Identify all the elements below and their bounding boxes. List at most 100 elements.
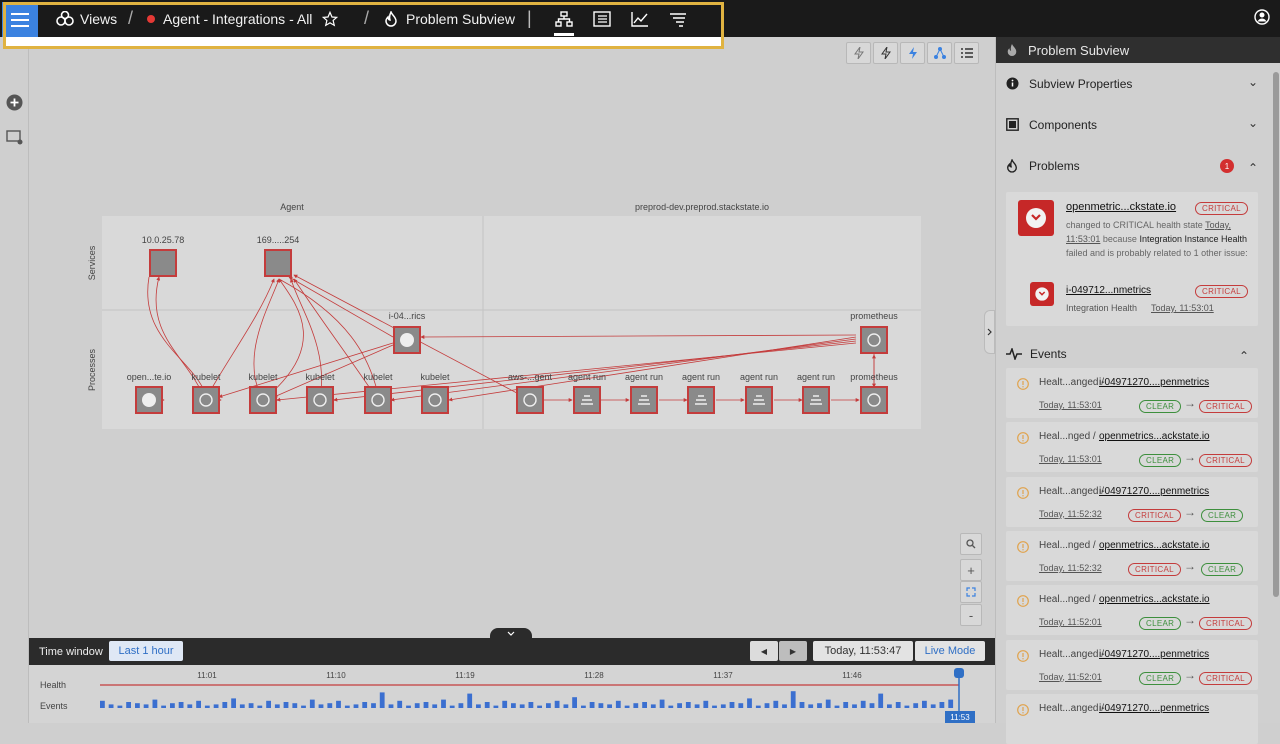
graph-node[interactable] <box>573 386 601 414</box>
event-bar[interactable] <box>755 705 761 708</box>
event-bar[interactable] <box>537 705 542 708</box>
zoom-out-button[interactable]: - <box>960 604 982 626</box>
zoom-in-button[interactable]: + <box>960 559 982 581</box>
section-subview-properties[interactable]: Subview Properties ⌄ <box>996 63 1280 104</box>
event-bar[interactable] <box>476 704 481 708</box>
event-bar[interactable] <box>511 703 516 708</box>
view-settings-button[interactable] <box>6 130 24 151</box>
event-bar[interactable] <box>913 703 919 708</box>
event-bar[interactable] <box>502 700 508 708</box>
graph-node[interactable] <box>745 386 773 414</box>
event-bar[interactable] <box>336 700 341 708</box>
event-bar[interactable] <box>528 702 534 708</box>
event-bar[interactable] <box>274 704 280 708</box>
event-bar[interactable] <box>414 703 420 708</box>
filter-button[interactable] <box>846 42 871 64</box>
event-time-link[interactable]: Today, 11:52:32 <box>1039 509 1102 519</box>
event-item[interactable]: Heal...nged / openmetrics...ackstate.io To… <box>1006 530 1258 581</box>
event-bar[interactable] <box>266 700 271 708</box>
event-bar[interactable] <box>930 704 936 708</box>
user-account-button[interactable] <box>1254 9 1270 30</box>
event-bar[interactable] <box>441 699 446 708</box>
filter-button[interactable] <box>873 42 898 64</box>
event-bar[interactable] <box>703 700 709 708</box>
event-bar[interactable] <box>344 705 350 708</box>
section-components[interactable]: Components ⌄ <box>996 104 1280 145</box>
event-bar[interactable] <box>712 705 717 708</box>
graph-node[interactable] <box>860 386 888 414</box>
event-bar[interactable] <box>239 704 245 708</box>
event-bar[interactable] <box>668 705 674 708</box>
graph-node[interactable] <box>393 326 421 354</box>
graph-node[interactable] <box>860 326 888 354</box>
event-bar[interactable] <box>406 705 411 708</box>
traces-view-button[interactable] <box>668 9 688 29</box>
event-bar[interactable] <box>309 699 315 708</box>
event-bar[interactable] <box>117 705 123 708</box>
graph-node[interactable] <box>687 386 715 414</box>
metrics-view-button[interactable] <box>630 9 650 29</box>
event-bar[interactable] <box>204 705 210 708</box>
event-bar[interactable] <box>694 704 700 708</box>
event-bar[interactable] <box>825 699 831 708</box>
event-bar[interactable] <box>659 699 665 708</box>
event-bar[interactable] <box>458 703 464 708</box>
graph-node[interactable] <box>264 249 292 277</box>
event-bar[interactable] <box>161 705 166 708</box>
event-bar[interactable] <box>685 702 691 708</box>
event-bar[interactable] <box>143 704 149 708</box>
event-bar[interactable] <box>135 703 140 708</box>
event-bar[interactable] <box>852 704 857 708</box>
time-range-button[interactable]: Last 1 hour <box>109 641 183 661</box>
event-bar[interactable] <box>633 703 639 708</box>
graph-node[interactable] <box>421 386 449 414</box>
timeline-cursor-handle[interactable] <box>954 668 964 678</box>
current-time-display[interactable]: Today, 11:53:47 <box>813 641 913 661</box>
event-target-link[interactable]: openmetrics...ackstate.io <box>1099 540 1210 551</box>
event-bar[interactable] <box>747 698 752 708</box>
event-bar[interactable] <box>572 697 577 708</box>
event-bar[interactable] <box>729 702 735 708</box>
event-target-link[interactable]: i-04971270....penmetrics <box>1099 377 1209 388</box>
event-bar[interactable] <box>650 704 656 708</box>
event-bar[interactable] <box>720 704 726 708</box>
event-bar[interactable] <box>624 705 630 708</box>
event-time-link[interactable]: Today, 11:53:01 <box>1039 454 1102 464</box>
event-bar[interactable] <box>397 700 403 708</box>
event-bar[interactable] <box>170 703 175 708</box>
event-target-link[interactable]: i-04971270....penmetrics <box>1099 486 1209 497</box>
graph-node[interactable] <box>249 386 277 414</box>
event-bar[interactable] <box>642 702 647 708</box>
event-target-link[interactable]: openmetrics...ackstate.io <box>1099 431 1210 442</box>
step-back-button[interactable]: ◀ <box>750 641 778 661</box>
graph-node[interactable] <box>630 386 658 414</box>
event-bar[interactable] <box>948 699 954 708</box>
fit-to-screen-button[interactable] <box>960 581 982 603</box>
event-bar[interactable] <box>152 699 158 708</box>
problem-time-link[interactable]: 11:53:01 <box>1066 234 1100 244</box>
event-target-link[interactable]: i-04971270....penmetrics <box>1099 703 1209 714</box>
event-item[interactable]: Healt...anged / i-04971270....penmetrics T… <box>1006 476 1258 527</box>
event-bar[interactable] <box>257 705 263 708</box>
event-bar[interactable] <box>607 704 612 708</box>
event-bar[interactable] <box>790 691 796 708</box>
topology-view-button[interactable] <box>554 9 574 29</box>
event-bar[interactable] <box>318 704 324 708</box>
event-time-link[interactable]: Today, 11:52:32 <box>1039 563 1102 573</box>
event-bar[interactable] <box>248 703 254 708</box>
event-bar[interactable] <box>677 703 682 708</box>
event-bar[interactable] <box>327 703 333 708</box>
event-bar[interactable] <box>598 703 604 708</box>
event-bar[interactable] <box>388 704 394 708</box>
graph-node[interactable] <box>516 386 544 414</box>
breadcrumb-subview[interactable]: Problem Subview <box>384 0 515 37</box>
event-time-link[interactable]: Today, 11:52:01 <box>1039 672 1102 682</box>
filter-button[interactable] <box>900 42 925 64</box>
event-bar[interactable] <box>869 703 875 708</box>
event-bar[interactable] <box>922 700 927 708</box>
search-zoom-button[interactable] <box>960 533 982 555</box>
event-bar[interactable] <box>484 702 490 708</box>
event-bar[interactable] <box>196 700 201 708</box>
add-button[interactable] <box>6 94 23 116</box>
event-bar[interactable] <box>834 705 840 708</box>
